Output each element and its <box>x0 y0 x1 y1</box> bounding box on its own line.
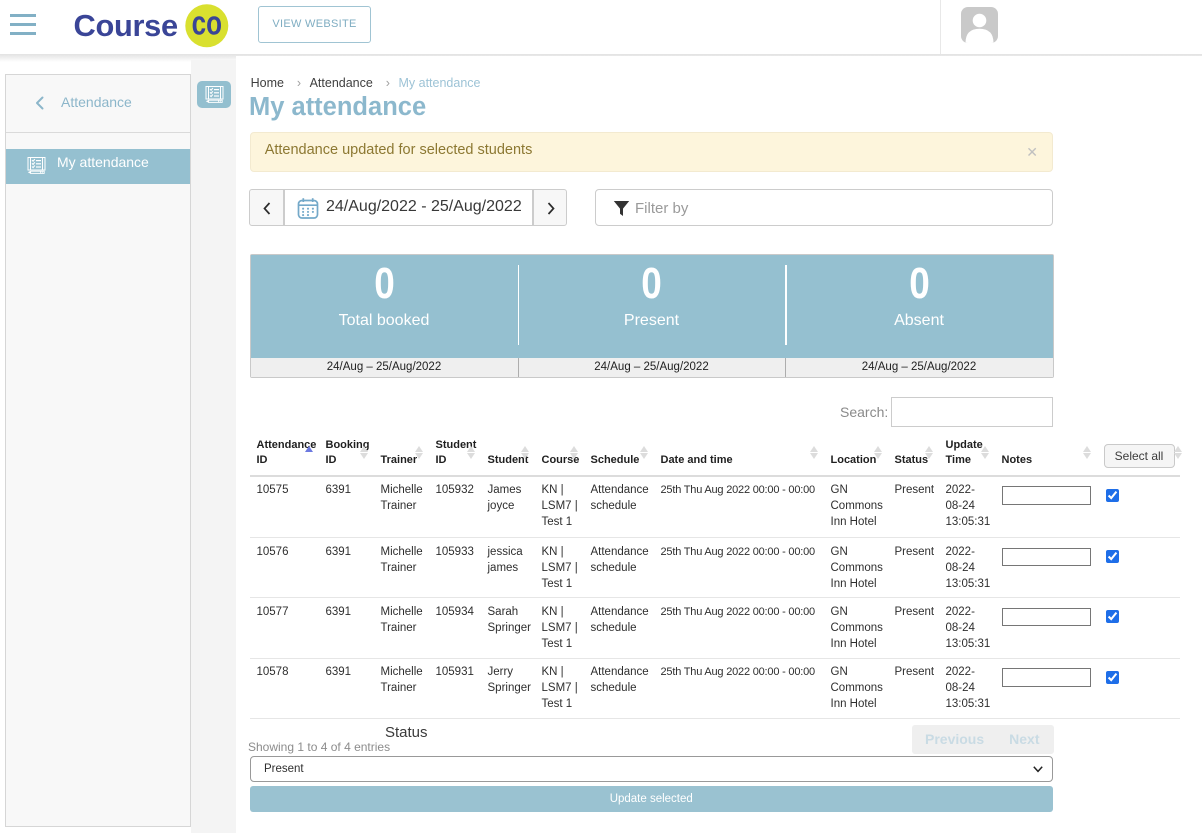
svg-text:Course: Course <box>74 8 178 43</box>
svg-text:co: co <box>192 5 222 42</box>
